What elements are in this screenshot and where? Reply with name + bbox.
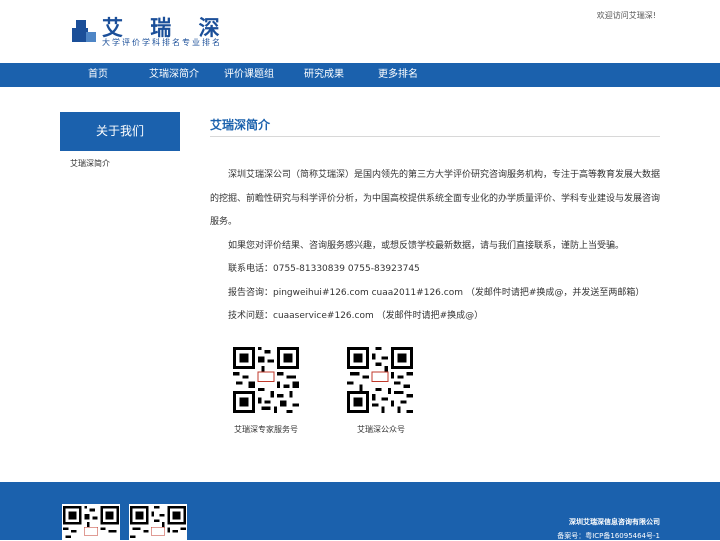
qr-label-expert-service: 艾瑞深专家服务号 (234, 425, 298, 434)
main-nav: 首页 艾瑞深简介 评价课题组 研究成果 更多排名 (0, 63, 720, 87)
nav-item-about[interactable]: 艾瑞深简介 (149, 63, 199, 87)
tech-contact-line: 技术问题：cuaaservice#126.com （发邮件时请把#换成@） (228, 311, 484, 321)
intro-paragraph: 深圳艾瑞深公司（简称艾瑞深）是国内领先的第三方大学评价研究咨询服务机构，专注于高… (210, 170, 661, 227)
nav-item-results[interactable]: 研究成果 (304, 63, 344, 87)
sidebar-title: 关于我们 (60, 112, 180, 151)
nav-item-home[interactable]: 首页 (88, 63, 108, 87)
footer-company: 深圳艾瑞深信息咨询有限公司 (569, 518, 660, 526)
site-header: 艾 瑞 深 大学评价学科排名专业排名 欢迎访问艾瑞深! (0, 0, 720, 63)
phone-line: 联系电话：0755-81330839 0755-83923745 (228, 264, 420, 274)
logo-subtitle: 大学评价学科排名专业排名 (102, 38, 222, 47)
qr-code-icon (347, 347, 413, 413)
sidebar-item-about[interactable]: 艾瑞深简介 (70, 158, 110, 169)
qr-code-icon (62, 504, 120, 540)
welcome-text: 欢迎访问艾瑞深! (596, 11, 656, 20)
nav-item-research-group[interactable]: 评价课题组 (224, 63, 274, 87)
nav-item-more-rankings[interactable]: 更多排名 (378, 63, 418, 87)
report-contact-line: 报告咨询：pingweihui#126.com cuaa2011#126.com… (228, 287, 645, 298)
qr-code-icon (129, 504, 187, 540)
intro-content: 深圳艾瑞深公司（简称艾瑞深）是国内领先的第三方大学评价研究咨询服务机构，专注于高… (210, 164, 660, 329)
title-divider (210, 136, 660, 137)
page-title: 艾瑞深简介 (210, 118, 271, 132)
contact-paragraph: 如果您对评价结果、咨询服务感兴趣，或想反馈学校最新数据，请与我们直接联系，谨防上… (228, 240, 625, 251)
site-logo[interactable]: 艾 瑞 深 大学评价学科排名专业排名 (72, 12, 232, 52)
logo-mark-icon (72, 20, 96, 42)
qr-label-public-account: 艾瑞深公众号 (357, 425, 405, 434)
qr-code-icon (233, 347, 299, 413)
